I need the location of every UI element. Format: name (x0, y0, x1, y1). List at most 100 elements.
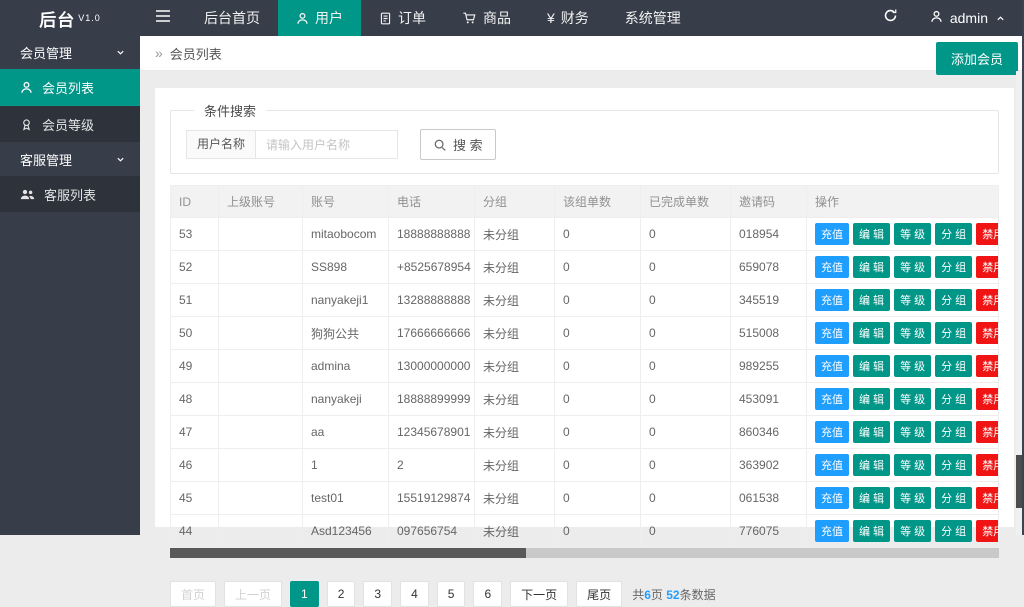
level-button[interactable]: 等 级 (894, 223, 931, 245)
table-row: 47aa12345678901未分组00860346充值编 辑等 级分 组禁用 (171, 416, 999, 449)
cell-group_orders: 0 (555, 383, 641, 416)
edit-button[interactable]: 编 辑 (853, 355, 890, 377)
horizontal-scrollbar[interactable] (170, 548, 999, 558)
admin-user-menu[interactable]: admin (920, 10, 1024, 26)
disable-button[interactable]: 禁用 (976, 520, 998, 542)
recharge-button[interactable]: 充值 (815, 454, 849, 476)
cell-parent (219, 251, 303, 284)
sidebar-item-service-list[interactable]: 客服列表 (0, 176, 140, 213)
top-navbar: 后台V1.0 后台首页 用户 订单 商品 ¥ 财务 系统管理 (0, 0, 1024, 36)
cell-account: SS898 (303, 251, 389, 284)
group-button[interactable]: 分 组 (935, 454, 972, 476)
pagination-page-4[interactable]: 4 (400, 581, 429, 607)
pagination-next-button[interactable]: 下一页 (510, 581, 568, 607)
disable-button[interactable]: 禁用 (976, 223, 998, 245)
username-input[interactable] (256, 130, 398, 159)
nav-item-users[interactable]: 用户 (278, 0, 361, 36)
nav-item-home[interactable]: 后台首页 (186, 0, 278, 36)
cell-parent (219, 350, 303, 383)
cell-group: 未分组 (475, 251, 555, 284)
edit-button[interactable]: 编 辑 (853, 421, 890, 443)
level-button[interactable]: 等 级 (894, 322, 931, 344)
pagination-page-5[interactable]: 5 (437, 581, 466, 607)
edit-button[interactable]: 编 辑 (853, 388, 890, 410)
edit-button[interactable]: 编 辑 (853, 487, 890, 509)
cell-done_orders: 0 (641, 515, 731, 548)
group-button[interactable]: 分 组 (935, 289, 972, 311)
disable-button[interactable]: 禁用 (976, 289, 998, 311)
edit-button[interactable]: 编 辑 (853, 289, 890, 311)
cell-phone: 097656754 (389, 515, 475, 548)
search-icon (433, 138, 447, 152)
disable-button[interactable]: 禁用 (976, 388, 998, 410)
sidebar-item-member-level[interactable]: 会员等级 (0, 106, 140, 143)
level-button[interactable]: 等 级 (894, 388, 931, 410)
pagination-page-2[interactable]: 2 (327, 581, 356, 607)
nav-item-orders[interactable]: 订单 (361, 0, 444, 36)
cell-group: 未分组 (475, 284, 555, 317)
recharge-button[interactable]: 充值 (815, 421, 849, 443)
disable-button[interactable]: 禁用 (976, 256, 998, 278)
group-button[interactable]: 分 组 (935, 520, 972, 542)
pagination-page-3[interactable]: 3 (363, 581, 392, 607)
pagination-page-1[interactable]: 1 (290, 581, 319, 607)
pagination-prev-button[interactable]: 上一页 (224, 581, 282, 607)
group-button[interactable]: 分 组 (935, 322, 972, 344)
level-button[interactable]: 等 级 (894, 421, 931, 443)
sidebar-group-service-management[interactable]: 客服管理 (0, 143, 140, 176)
add-member-button[interactable]: 添加会员 (936, 42, 1018, 75)
nav-item-system[interactable]: 系统管理 (607, 0, 699, 36)
sidebar-group-member-management[interactable]: 会员管理 (0, 36, 140, 69)
level-button[interactable]: 等 级 (894, 454, 931, 476)
table-row: 53mitaobocom18888888888未分组00018954充值编 辑等… (171, 218, 999, 251)
edit-button[interactable]: 编 辑 (853, 322, 890, 344)
yen-icon: ¥ (547, 10, 555, 26)
disable-button[interactable]: 禁用 (976, 322, 998, 344)
refresh-button[interactable] (861, 8, 920, 28)
recharge-button[interactable]: 充值 (815, 487, 849, 509)
cell-group: 未分组 (475, 383, 555, 416)
recharge-button[interactable]: 充值 (815, 223, 849, 245)
disable-button[interactable]: 禁用 (976, 421, 998, 443)
disable-button[interactable]: 禁用 (976, 487, 998, 509)
cell-account: nanyakeji (303, 383, 389, 416)
recharge-button[interactable]: 充值 (815, 388, 849, 410)
horizontal-scrollbar-thumb[interactable] (170, 548, 526, 558)
nav-item-finance[interactable]: ¥ 财务 (529, 0, 607, 36)
recharge-button[interactable]: 充值 (815, 355, 849, 377)
edit-button[interactable]: 编 辑 (853, 454, 890, 476)
cell-group_orders: 0 (555, 515, 641, 548)
pagination: 首页 上一页 123456 下一页 尾页 共6页 52条数据 (170, 581, 999, 607)
group-button[interactable]: 分 组 (935, 223, 972, 245)
hamburger-icon (155, 9, 171, 28)
group-button[interactable]: 分 组 (935, 487, 972, 509)
recharge-button[interactable]: 充值 (815, 322, 849, 344)
level-button[interactable]: 等 级 (894, 520, 931, 542)
group-button[interactable]: 分 组 (935, 421, 972, 443)
disable-button[interactable]: 禁用 (976, 454, 998, 476)
sidebar-item-label: 会员等级 (42, 115, 94, 134)
level-button[interactable]: 等 级 (894, 355, 931, 377)
level-button[interactable]: 等 级 (894, 487, 931, 509)
nav-item-goods[interactable]: 商品 (444, 0, 529, 36)
edit-button[interactable]: 编 辑 (853, 520, 890, 542)
pagination-first-button[interactable]: 首页 (170, 581, 216, 607)
group-button[interactable]: 分 组 (935, 355, 972, 377)
group-button[interactable]: 分 组 (935, 388, 972, 410)
sidebar-item-member-list[interactable]: 会员列表 (0, 69, 140, 106)
group-button[interactable]: 分 组 (935, 256, 972, 278)
cell-invite: 453091 (731, 383, 807, 416)
collapse-menu-button[interactable] (140, 0, 186, 36)
recharge-button[interactable]: 充值 (815, 256, 849, 278)
cell-account: nanyakeji1 (303, 284, 389, 317)
level-button[interactable]: 等 级 (894, 256, 931, 278)
recharge-button[interactable]: 充值 (815, 520, 849, 542)
disable-button[interactable]: 禁用 (976, 355, 998, 377)
recharge-button[interactable]: 充值 (815, 289, 849, 311)
search-button[interactable]: 搜 索 (420, 129, 496, 160)
pagination-last-button[interactable]: 尾页 (576, 581, 622, 607)
pagination-page-6[interactable]: 6 (473, 581, 502, 607)
level-button[interactable]: 等 级 (894, 289, 931, 311)
edit-button[interactable]: 编 辑 (853, 223, 890, 245)
edit-button[interactable]: 编 辑 (853, 256, 890, 278)
